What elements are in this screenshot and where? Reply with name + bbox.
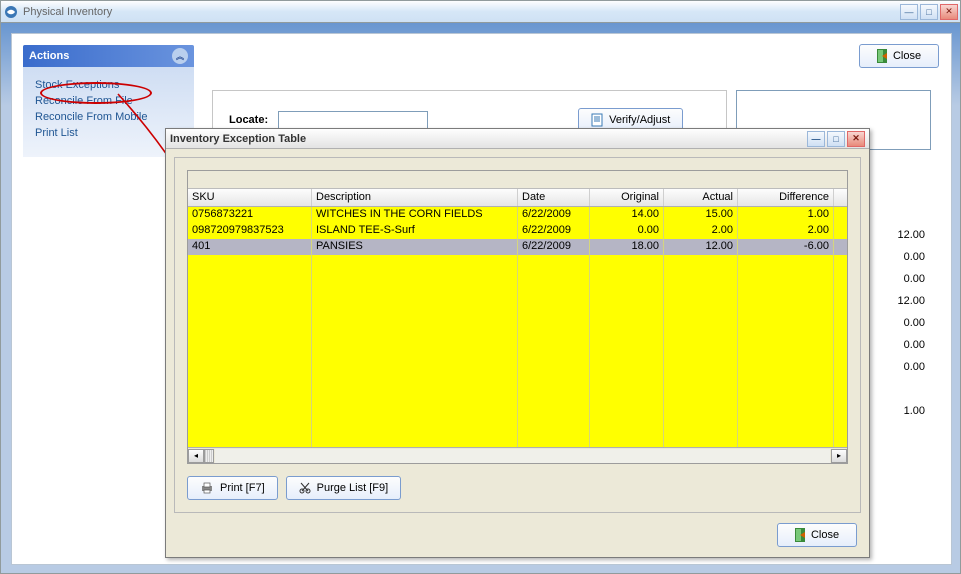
cell: 1.00 [738,207,834,223]
cell: 14.00 [590,207,664,223]
close-button-label: Close [893,50,921,62]
grid-group-row [188,171,847,189]
cell: 6/22/2009 [518,207,590,223]
grid-header: SKU Description Date Original Actual Dif… [188,189,847,207]
scissors-icon [299,482,311,494]
purge-label: Purge List [F9] [317,482,389,494]
table-row[interactable]: 098720979837523ISLAND TEE-S-Surf6/22/200… [188,223,847,239]
sidebar-item-reconcile-file[interactable]: Reconcile From File [35,95,184,107]
cell: 18.00 [590,239,664,255]
grid-body[interactable]: 0756873221WITCHES IN THE CORN FIELDS6/22… [188,207,847,447]
cell: 098720979837523 [188,223,312,239]
document-icon [591,113,603,127]
cell: WITCHES IN THE CORN FIELDS [312,207,518,223]
col-actual[interactable]: Actual [664,189,738,206]
locate-label: Locate: [229,114,268,126]
cell: ISLAND TEE-S-Surf [312,223,518,239]
col-original[interactable]: Original [590,189,664,206]
horizontal-scrollbar[interactable]: ◂ ▸ [188,447,847,463]
col-description[interactable]: Description [312,189,518,206]
sidebar-item-reconcile-mobile[interactable]: Reconcile From Mobile [35,111,184,123]
close-button[interactable]: Close [859,44,939,68]
dialog-close-label: Close [811,529,839,541]
window-titlebar: Physical Inventory — □ ✕ [1,1,960,23]
col-sku[interactable]: SKU [188,189,312,206]
cell: PANSIES [312,239,518,255]
door-icon [877,49,887,63]
print-label: Print [F7] [220,482,265,494]
door-icon [795,528,805,542]
cell: 2.00 [664,223,738,239]
dialog-x-button[interactable]: ✕ [847,131,865,147]
scroll-left-button[interactable]: ◂ [188,449,204,463]
dialog-body: SKU Description Date Original Actual Dif… [174,157,861,513]
cell: 2.00 [738,223,834,239]
dialog-titlebar: Inventory Exception Table — □ ✕ [166,129,869,149]
dialog-maximize-button[interactable]: □ [827,131,845,147]
table-row[interactable]: 0756873221WITCHES IN THE CORN FIELDS6/22… [188,207,847,223]
sidebar-header[interactable]: Actions ︽ [23,45,194,67]
cell: 0.00 [590,223,664,239]
window-title: Physical Inventory [23,6,900,18]
collapse-icon[interactable]: ︽ [172,48,188,64]
cell: 15.00 [664,207,738,223]
scroll-right-button[interactable]: ▸ [831,449,847,463]
cell: -6.00 [738,239,834,255]
cell: 401 [188,239,312,255]
app-icon [3,4,19,20]
col-date[interactable]: Date [518,189,590,206]
table-row[interactable]: 401PANSIES6/22/200918.0012.00-6.00 [188,239,847,255]
col-difference[interactable]: Difference [738,189,834,206]
scroll-thumb[interactable] [204,449,214,463]
cell: 0756873221 [188,207,312,223]
inventory-exception-dialog: Inventory Exception Table — □ ✕ SKU Desc… [165,128,870,558]
cell: 12.00 [664,239,738,255]
sidebar-item-print-list[interactable]: Print List [35,127,184,139]
dialog-close-button[interactable]: Close [777,523,857,547]
print-button[interactable]: Print [F7] [187,476,278,500]
maximize-button[interactable]: □ [920,4,938,20]
sidebar-item-stock-exceptions[interactable]: Stock Exceptions [35,79,184,91]
cell: 6/22/2009 [518,239,590,255]
verify-adjust-label: Verify/Adjust [609,114,670,126]
printer-icon [200,482,214,494]
scroll-track[interactable] [215,449,830,463]
minimize-button[interactable]: — [900,4,918,20]
sidebar-title: Actions [29,50,172,62]
purge-list-button[interactable]: Purge List [F9] [286,476,402,500]
dialog-title: Inventory Exception Table [170,133,807,145]
exception-grid: SKU Description Date Original Actual Dif… [187,170,848,464]
window-close-button[interactable]: ✕ [940,4,958,20]
cell: 6/22/2009 [518,223,590,239]
locate-input[interactable] [278,111,428,129]
dialog-minimize-button[interactable]: — [807,131,825,147]
